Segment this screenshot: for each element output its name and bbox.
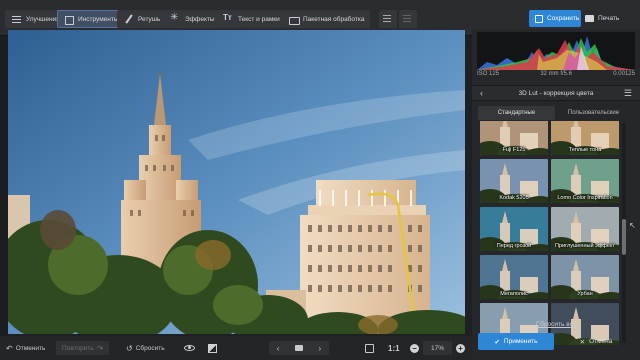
- minus-icon: −: [410, 343, 419, 353]
- reset-icon: ↺: [126, 343, 133, 353]
- scrollbar-thumb[interactable]: [622, 219, 626, 255]
- preset-label: Теплые тона: [568, 147, 602, 153]
- compare-icon: [208, 343, 217, 353]
- menu-icon[interactable]: ☰: [624, 88, 632, 99]
- preset-label: Перед грозой: [496, 243, 532, 249]
- photo-image: [8, 30, 465, 334]
- histogram: [477, 32, 635, 70]
- fit-screen-icon: [365, 343, 374, 353]
- redo-icon: ↷: [96, 343, 104, 353]
- save-button[interactable]: Сохранить: [529, 10, 581, 27]
- preset-tabs: Стандартные Пользовательские: [478, 106, 632, 120]
- preset-label: Kodak 5205: [499, 195, 529, 201]
- preset-scrollbar[interactable]: [622, 123, 626, 343]
- print-button[interactable]: Печать: [585, 10, 619, 27]
- reset-all-link[interactable]: Сбросить все: [472, 321, 640, 328]
- lens-value: 32 mm f/5.6: [540, 71, 572, 77]
- shutter-value: 0.00125: [613, 71, 635, 77]
- printer-icon: [585, 15, 594, 22]
- back-icon[interactable]: ‹: [480, 88, 483, 98]
- redo-label: Повторить: [62, 344, 94, 352]
- crop-icon: [63, 14, 74, 25]
- preset-label: Fuji F125: [502, 147, 526, 153]
- undo-label: Отменить: [15, 344, 46, 352]
- reset-label: Сбросить: [135, 344, 165, 352]
- preset-label: Lomo Color Inspiration: [557, 195, 613, 201]
- panel-header: ‹ 3D Lut - коррекция цвета ☰: [472, 85, 640, 101]
- tab-batch[interactable]: Пакетная обработка: [282, 10, 371, 28]
- tab-label: Ретушь: [138, 15, 161, 23]
- queue-remove-icon[interactable]: [399, 10, 417, 28]
- preview-toggle[interactable]: [184, 341, 195, 355]
- histogram-graph: [477, 36, 635, 70]
- tab-label: Текст и рамки: [238, 15, 280, 23]
- tab-custom[interactable]: Пользовательские: [555, 106, 632, 120]
- tab-text-frames[interactable]: Текст и рамки: [217, 10, 286, 28]
- iso-value: ISO 125: [477, 71, 500, 77]
- sliders-icon: [11, 14, 22, 25]
- bottom-bar: ↶ Отменить Повторить ↷ ↺ Сбросить ‹ › 1:…: [0, 336, 472, 360]
- photo-canvas[interactable]: [8, 30, 465, 334]
- preset-grid-viewport: Fuji F125 Теплые тона Kodak 5205 Lomo Color…: [478, 121, 628, 345]
- print-label: Печать: [598, 15, 620, 22]
- zoom-value[interactable]: 17%: [423, 341, 453, 355]
- tab-label: Инструменты: [78, 15, 119, 23]
- save-label: Сохранить: [547, 15, 580, 22]
- check-icon: ✔: [494, 338, 500, 346]
- close-icon: ✕: [579, 338, 586, 346]
- left-edge-strip: [0, 36, 8, 336]
- cancel-label: Отмена: [589, 338, 613, 345]
- preset-thumbnail[interactable]: Перед грозой: [480, 207, 548, 251]
- prev-icon[interactable]: ‹: [277, 344, 280, 353]
- tab-label: Эффекты: [185, 15, 215, 23]
- apply-label: Применить: [503, 338, 538, 345]
- preset-label: Мегаполис: [500, 291, 528, 297]
- compare-button[interactable]: [208, 341, 217, 355]
- preset-thumbnail[interactable]: Приглушенный эффект: [551, 207, 619, 251]
- preset-thumbnail[interactable]: Мегаполис: [480, 255, 548, 299]
- folder-icon[interactable]: [294, 345, 303, 351]
- file-navigation: ‹ ›: [269, 341, 329, 355]
- redo-button[interactable]: Повторить ↷: [56, 341, 110, 355]
- preset-thumbnail[interactable]: Lomo Color Inspiration: [551, 159, 619, 203]
- undo-button[interactable]: ↶ Отменить: [6, 341, 45, 355]
- preset-thumbnail[interactable]: Kodak 5205: [480, 159, 548, 203]
- right-panel: ISO 125 32 mm f/5.6 0.00125 ‹ 3D Lut - к…: [472, 29, 640, 360]
- text-icon: [223, 13, 234, 25]
- tab-label: Пакетная обработка: [303, 15, 365, 23]
- tab-retouch[interactable]: Ретушь: [117, 10, 167, 28]
- brush-icon: [123, 14, 134, 25]
- eye-icon: [184, 345, 195, 351]
- apply-button[interactable]: ✔ Применить: [478, 333, 554, 350]
- reset-button[interactable]: ↺ Сбросить: [126, 341, 165, 355]
- floppy-icon: [535, 14, 543, 23]
- batch-icon: [288, 14, 300, 25]
- tab-standard[interactable]: Стандартные: [478, 106, 555, 120]
- next-icon[interactable]: ›: [319, 344, 322, 353]
- zoom-in-button[interactable]: +: [456, 341, 465, 355]
- cancel-button[interactable]: ✕ Отмена: [558, 333, 634, 350]
- mouse-cursor-icon: ↖: [629, 221, 636, 230]
- preset-thumbnail[interactable]: Fuji F125: [480, 121, 548, 155]
- panel-title: 3D Lut - коррекция цвета: [518, 89, 594, 97]
- tab-effects[interactable]: Эффекты: [164, 10, 221, 28]
- tab-label: Улучшения: [26, 15, 60, 23]
- tab-tools[interactable]: Инструменты: [57, 10, 125, 28]
- zoom-out-button[interactable]: −: [410, 341, 419, 355]
- actual-size-button[interactable]: 1:1: [388, 341, 400, 355]
- fit-screen-button[interactable]: [365, 341, 374, 355]
- preset-thumbnail[interactable]: Теплые тона: [551, 121, 619, 155]
- preset-grid: Fuji F125 Теплые тона Kodak 5205 Lomo Color…: [478, 121, 626, 345]
- undo-icon: ↶: [6, 343, 13, 353]
- exif-info: ISO 125 32 mm f/5.6 0.00125: [477, 71, 635, 81]
- preset-thumbnail[interactable]: Урбан: [551, 255, 619, 299]
- preset-label: Приглушенный эффект: [555, 243, 615, 249]
- queue-icon[interactable]: [379, 10, 397, 28]
- plus-icon: +: [456, 343, 465, 353]
- preset-label: Урбан: [577, 291, 593, 297]
- magic-wand-icon: [170, 12, 181, 25]
